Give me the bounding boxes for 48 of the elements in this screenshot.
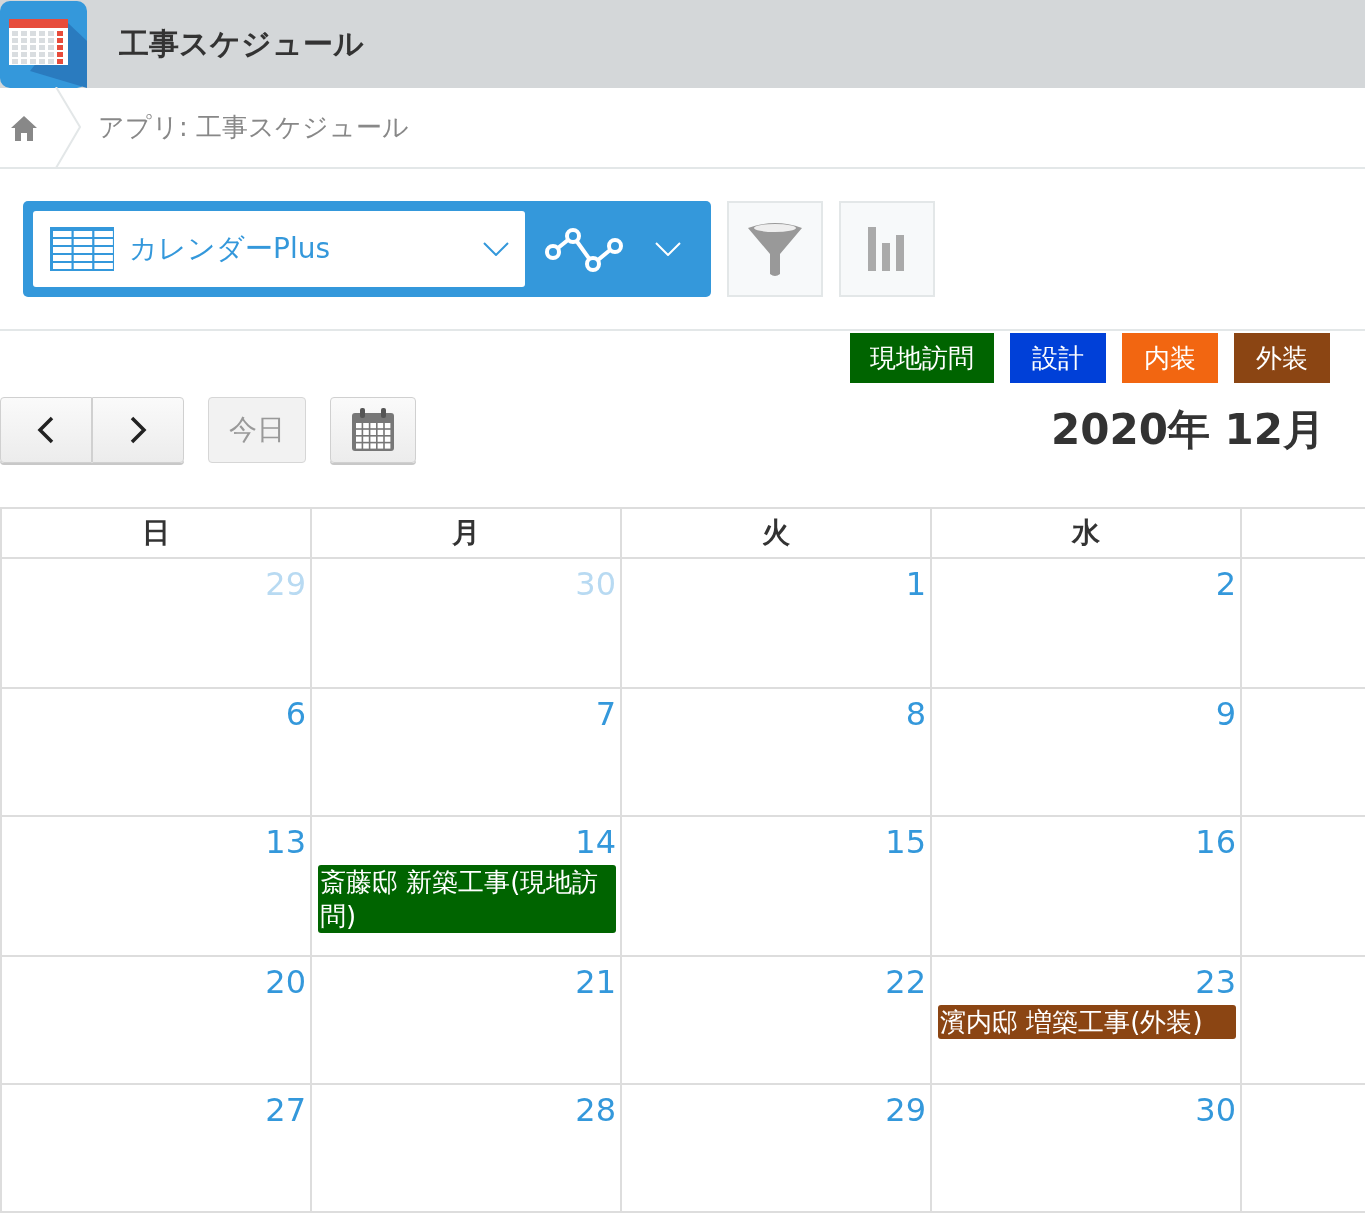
breadcrumb-link[interactable]: アプリ: 工事スケジュール [98, 110, 410, 145]
funnel-icon [746, 220, 804, 278]
day-number: 16 [1195, 823, 1236, 861]
category-legend: 内装 [1122, 333, 1218, 383]
day-number: 8 [905, 695, 926, 733]
app-title: 工事スケジュール [119, 24, 364, 63]
weekday-header: 月 [452, 515, 480, 551]
chevron-right-icon [128, 416, 148, 444]
day-number: 2 [1215, 565, 1236, 603]
day-number: 29 [885, 1091, 926, 1129]
weekday-header: 水 [1072, 515, 1100, 551]
day-number: 27 [265, 1091, 306, 1129]
graph-button[interactable] [839, 201, 935, 297]
chevron-down-icon [655, 242, 681, 256]
day-number: 20 [265, 963, 306, 1001]
date-picker-button[interactable] [330, 397, 416, 463]
chevron-down-icon [483, 242, 509, 256]
day-number: 29 [265, 565, 306, 603]
filter-button[interactable] [727, 201, 823, 297]
day-number: 6 [285, 695, 306, 733]
category-legend: 外装 [1234, 333, 1330, 383]
category-legend: 設計 [1010, 333, 1106, 383]
weekday-header: 日 [142, 515, 170, 551]
day-number: 22 [885, 963, 926, 1001]
previous-month-button[interactable] [0, 397, 92, 463]
calendar-event[interactable]: 斎藤邸 新築工事(現地訪問) [318, 865, 616, 933]
day-number: 15 [885, 823, 926, 861]
table-icon [49, 226, 115, 272]
calendar-event[interactable]: 濱内邸 増築工事(外装) [938, 1005, 1236, 1039]
day-number: 1 [905, 565, 926, 603]
today-button[interactable]: 今日 [208, 397, 306, 463]
next-month-button[interactable] [92, 397, 184, 463]
day-number: 21 [575, 963, 616, 1001]
day-number: 7 [595, 695, 616, 733]
day-number: 28 [575, 1091, 616, 1129]
bar-chart-icon [868, 227, 906, 271]
day-number: 14 [575, 823, 616, 861]
day-number: 30 [1195, 1091, 1236, 1129]
view-dropdown[interactable]: カレンダーPlus [33, 211, 525, 287]
weekday-header: 火 [762, 515, 790, 551]
day-number: 13 [265, 823, 306, 861]
category-legend: 現地訪問 [850, 333, 994, 383]
calendar-icon [350, 407, 396, 453]
day-number: 23 [1195, 963, 1236, 1001]
month-title: 2020年 12月 [1051, 404, 1325, 456]
chevron-left-icon [36, 416, 56, 444]
day-number: 9 [1215, 695, 1236, 733]
day-number: 30 [575, 565, 616, 603]
